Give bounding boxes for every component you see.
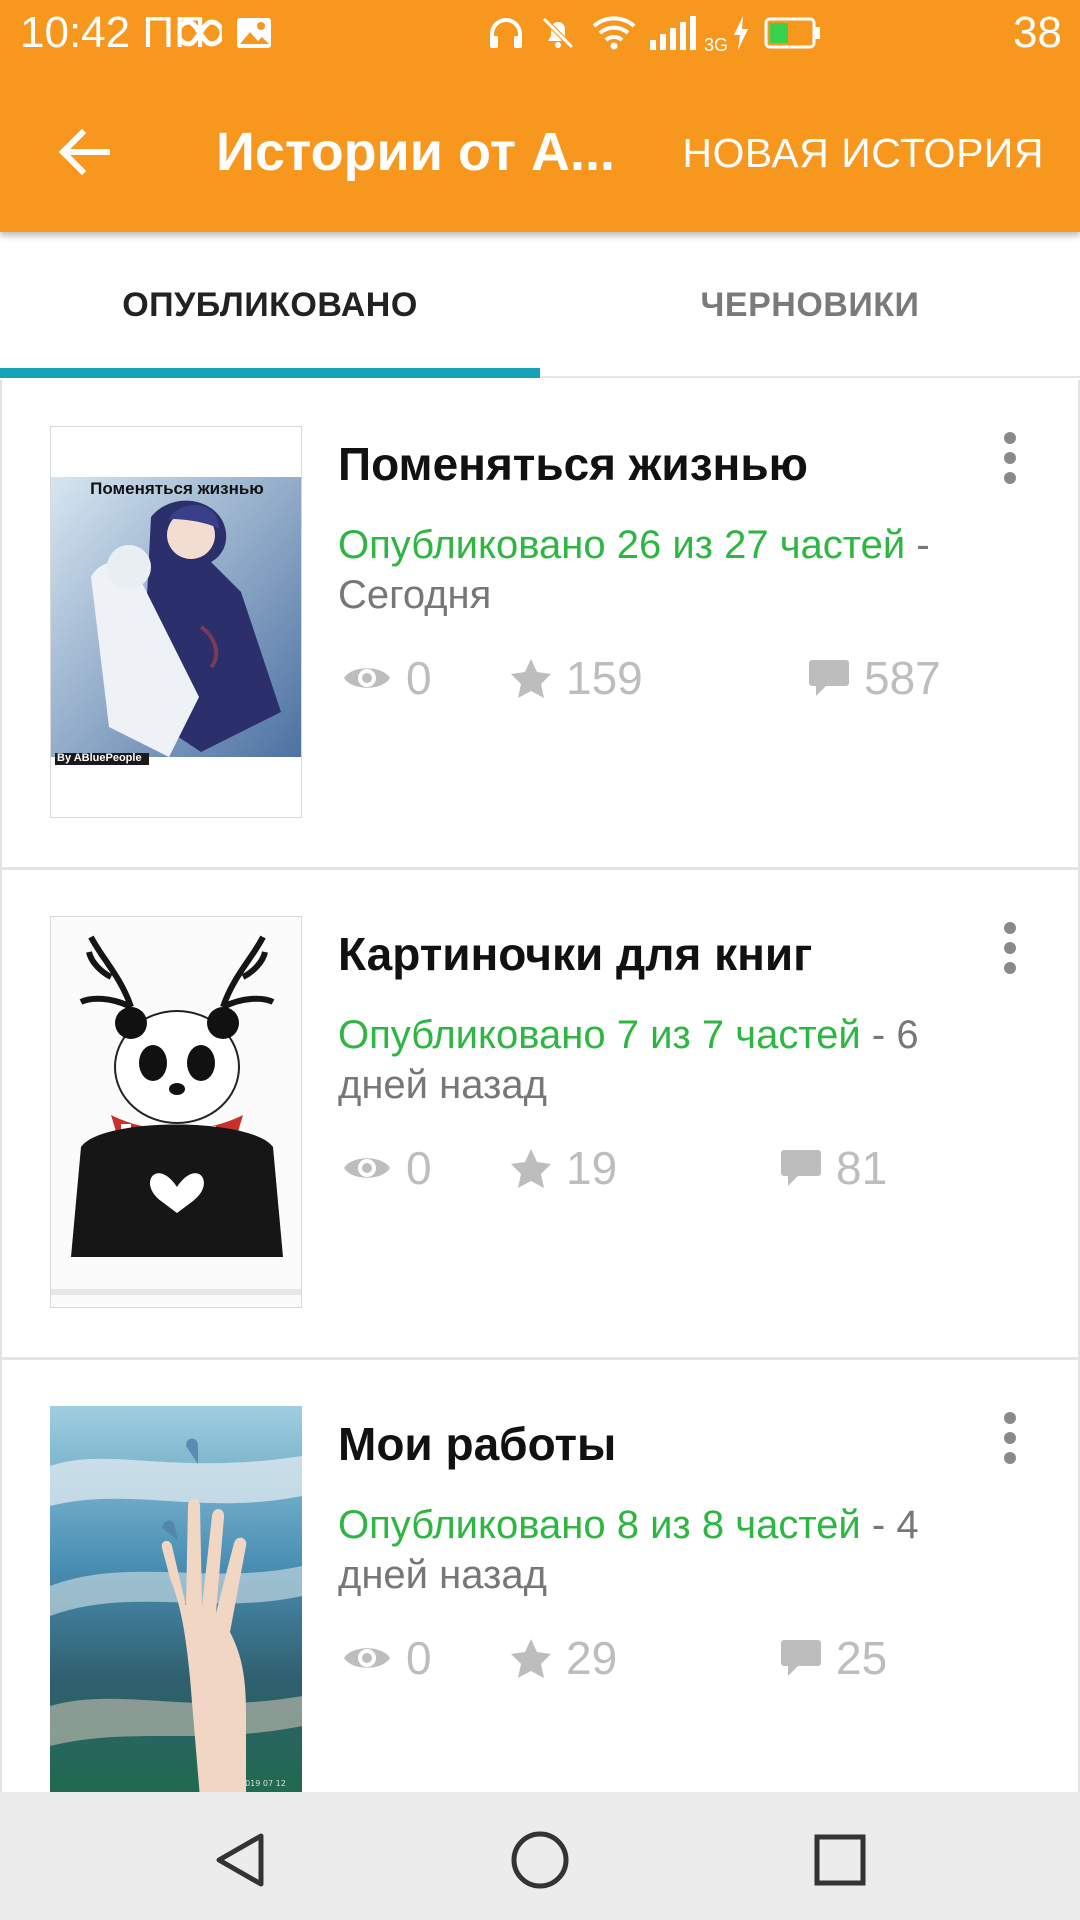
top-bar: 10:42 ПП 3G 38 Истории от A... НОВАЯ ИСТ… <box>0 0 1080 232</box>
story-title[interactable]: Мои работы <box>338 1416 616 1472</box>
dot <box>1004 452 1016 464</box>
new-story-button[interactable]: НОВАЯ ИСТОРИЯ <box>682 128 1044 178</box>
comments-stat: 25 <box>780 1628 887 1688</box>
headphones-icon <box>488 10 524 56</box>
tab-published[interactable]: ОПУБЛИКОВАНО <box>0 232 540 378</box>
votes-stat: 29 <box>510 1628 617 1688</box>
votes-stat: 19 <box>510 1138 617 1198</box>
dot <box>1004 472 1016 484</box>
story-stats: 0 19 81 <box>338 1138 998 1198</box>
story-status: Опубликовано 8 из 8 частей - 4 дней наза… <box>338 1500 998 1600</box>
comment-icon <box>781 1150 821 1186</box>
story-stats: 0 29 25 <box>338 1628 998 1688</box>
comments-stat: 587 <box>808 648 941 708</box>
story-card[interactable]: Картиночки для книг Опубликовано 7 из 7 … <box>0 870 1080 1360</box>
views-stat: 0 <box>342 648 432 708</box>
infinity-icon <box>178 10 222 56</box>
painted-hand-cover-image: 2019 07 12 <box>50 1406 302 1798</box>
story-cover[interactable]: 2019 07 12 <box>50 1406 302 1798</box>
story-title[interactable]: Картиночки для книг <box>338 926 812 982</box>
panda-with-antlers-cover-image <box>51 917 301 1307</box>
votes-count: 19 <box>566 1142 618 1194</box>
battery-level: 38 <box>1013 8 1062 57</box>
dot <box>1004 1412 1016 1424</box>
more-options-button[interactable] <box>990 1408 1030 1468</box>
story-card[interactable]: Поменяться жизнью By ABluePeople Поменят… <box>0 380 1080 870</box>
tab-indicator <box>0 368 540 378</box>
cover-date: 2019 07 12 <box>240 1779 286 1788</box>
votes-count: 159 <box>566 652 643 704</box>
more-options-button[interactable] <box>990 918 1030 978</box>
network-type: 3G <box>704 34 729 55</box>
views-count: 0 <box>406 652 432 704</box>
dot <box>1004 942 1016 954</box>
comments-stat: 81 <box>780 1138 887 1198</box>
back-button[interactable] <box>44 112 124 192</box>
nav-back-button[interactable] <box>200 1820 280 1900</box>
muted-bell-icon <box>540 10 576 56</box>
triangle-back-icon <box>216 1833 264 1887</box>
cover-caption: Поменяться жизнью <box>90 479 264 498</box>
dot <box>1004 962 1016 974</box>
circle-home-icon <box>511 1831 569 1889</box>
screen: 10:42 ПП 3G 38 Истории от A... НОВАЯ ИСТ… <box>0 0 1080 1920</box>
app-bar: Истории от A... НОВАЯ ИСТОРИЯ <box>0 66 1080 232</box>
status-bar: 10:42 ПП 3G 38 <box>0 0 1080 66</box>
views-count: 0 <box>406 1632 432 1684</box>
dot <box>1004 922 1016 934</box>
story-stats: 0 159 587 <box>338 648 998 708</box>
published-parts: Опубликовано 7 из 7 частей <box>338 1013 861 1057</box>
comment-icon <box>809 660 849 696</box>
more-options-button[interactable] <box>990 428 1030 488</box>
arrow-left-icon <box>58 129 110 175</box>
published-parts: Опубликовано 8 из 8 частей <box>338 1503 861 1547</box>
nav-home-button[interactable] <box>500 1820 580 1900</box>
comments-count: 25 <box>836 1632 888 1684</box>
published-parts: Опубликовано 26 из 27 частей <box>338 523 906 567</box>
page-title: Истории от A... <box>216 122 616 182</box>
star-icon <box>511 659 551 698</box>
story-title[interactable]: Поменяться жизнью <box>338 436 808 492</box>
square-recents-icon <box>814 1834 866 1886</box>
story-status: Опубликовано 26 из 27 частей - Сегодня <box>338 520 998 620</box>
votes-count: 29 <box>566 1632 618 1684</box>
eye-icon <box>344 1158 390 1178</box>
dot <box>1004 1452 1016 1464</box>
story-cover[interactable]: Поменяться жизнью By ABluePeople <box>50 426 302 818</box>
dot <box>1004 432 1016 444</box>
wifi-icon <box>592 10 636 56</box>
nav-recents-button[interactable] <box>800 1820 880 1900</box>
comments-count: 587 <box>864 652 941 704</box>
comments-count: 81 <box>836 1142 888 1194</box>
image-notification-icon <box>236 10 272 56</box>
story-status: Опубликовано 7 из 7 частей - 6 дней наза… <box>338 1010 998 1110</box>
comment-icon <box>781 1640 821 1676</box>
eye-icon <box>344 668 390 688</box>
views-count: 0 <box>406 1142 432 1194</box>
views-stat: 0 <box>342 1628 432 1688</box>
tab-drafts[interactable]: ЧЕРНОВИКИ <box>540 232 1080 378</box>
eye-icon <box>344 1648 390 1668</box>
views-stat: 0 <box>342 1138 432 1198</box>
tab-bar: ОПУБЛИКОВАНО ЧЕРНОВИКИ <box>0 232 1080 378</box>
story-list: Поменяться жизнью By ABluePeople Поменят… <box>0 380 1080 1850</box>
charging-bolt-icon <box>732 10 750 56</box>
star-icon <box>511 1639 551 1678</box>
cover-credit: By ABluePeople <box>57 752 142 764</box>
star-icon <box>511 1149 551 1188</box>
story-card[interactable]: 2019 07 12 Мои работы Опубликовано 8 из … <box>0 1360 1080 1850</box>
votes-stat: 159 <box>510 648 643 708</box>
battery-icon <box>764 10 822 56</box>
system-nav-bar <box>0 1792 1080 1920</box>
dot <box>1004 1432 1016 1444</box>
signal-icon <box>650 10 700 56</box>
story-cover[interactable] <box>50 916 302 1308</box>
